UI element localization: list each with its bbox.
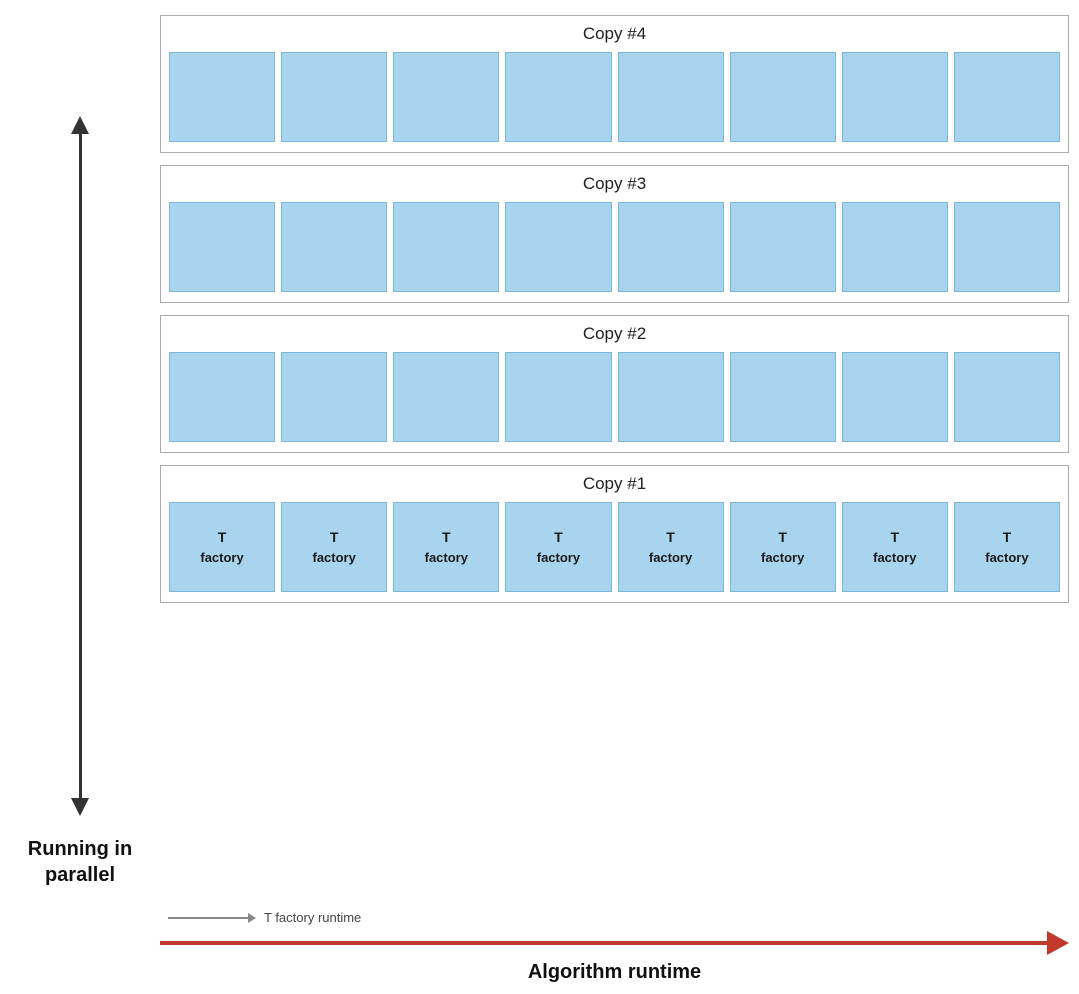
factory-box: Tfactory <box>169 502 275 592</box>
factory-box <box>169 52 275 142</box>
big-arrow-line <box>160 941 1047 945</box>
parallel-label: Running inparallel <box>28 836 132 888</box>
factory-name-label: factory <box>200 548 243 568</box>
factory-t-label: T <box>442 527 451 548</box>
factories-row-copy4 <box>169 52 1060 142</box>
copy-title-copy4: Copy #4 <box>169 22 1060 46</box>
copy-row-copy4: Copy #4 <box>160 15 1069 153</box>
factory-box: Tfactory <box>393 502 499 592</box>
factory-box <box>730 52 836 142</box>
factory-name-label: factory <box>761 548 804 568</box>
t-factory-runtime-row: T factory runtime <box>168 910 1069 925</box>
arrow-top <box>71 116 89 134</box>
factories-row-copy2 <box>169 352 1060 442</box>
arrow-line <box>79 134 82 798</box>
factory-name-label: factory <box>873 548 916 568</box>
factory-box <box>730 352 836 442</box>
factory-box <box>281 52 387 142</box>
factory-box <box>169 352 275 442</box>
factory-box <box>505 352 611 442</box>
factory-box: Tfactory <box>281 502 387 592</box>
factory-box <box>281 202 387 292</box>
small-arrow-head <box>248 913 256 923</box>
factory-box <box>730 202 836 292</box>
factory-t-label: T <box>1003 527 1012 548</box>
factory-box <box>618 202 724 292</box>
factories-row-copy3 <box>169 202 1060 292</box>
factory-box <box>618 52 724 142</box>
small-arrow-line <box>168 917 248 919</box>
factory-box <box>842 202 948 292</box>
copy-row-copy3: Copy #3 <box>160 165 1069 303</box>
factory-box <box>393 202 499 292</box>
algo-runtime-label: Algorithm runtime <box>160 961 1069 984</box>
factory-box <box>842 352 948 442</box>
bottom-axis: T factory runtime Algorithm runtime <box>160 910 1069 994</box>
copy-title-copy2: Copy #2 <box>169 322 1060 346</box>
factory-box: Tfactory <box>954 502 1060 592</box>
factory-box <box>393 352 499 442</box>
factory-t-label: T <box>778 527 787 548</box>
left-axis: Running inparallel <box>0 10 160 994</box>
factory-name-label: factory <box>649 548 692 568</box>
factories-row-copy1: TfactoryTfactoryTfactoryTfactoryTfactory… <box>169 502 1060 592</box>
factory-name-label: factory <box>537 548 580 568</box>
factory-box <box>842 52 948 142</box>
main-container: Running inparallel Copy #4 Copy #3 Copy #2… <box>0 10 1079 994</box>
factory-box <box>954 352 1060 442</box>
factory-name-label: factory <box>313 548 356 568</box>
factory-t-label: T <box>218 527 227 548</box>
factory-box <box>618 352 724 442</box>
factory-box: Tfactory <box>842 502 948 592</box>
t-factory-label: T factory runtime <box>264 910 361 925</box>
factory-box <box>954 52 1060 142</box>
factory-t-label: T <box>554 527 563 548</box>
factory-box <box>169 202 275 292</box>
factory-box <box>505 52 611 142</box>
factory-box: Tfactory <box>618 502 724 592</box>
copy-row-copy1: Copy #1TfactoryTfactoryTfactoryTfactoryT… <box>160 465 1069 603</box>
arrow-bottom <box>71 798 89 816</box>
factory-box <box>954 202 1060 292</box>
algo-runtime-row <box>160 931 1069 955</box>
copy-row-copy2: Copy #2 <box>160 315 1069 453</box>
vertical-arrow <box>71 116 89 816</box>
copies-area: Copy #4Copy #3Copy #2Copy #1TfactoryTfac… <box>160 15 1069 905</box>
big-arrow-head <box>1047 931 1069 955</box>
factory-name-label: factory <box>985 548 1028 568</box>
factory-t-label: T <box>330 527 339 548</box>
copy-title-copy1: Copy #1 <box>169 472 1060 496</box>
small-arrow <box>168 913 256 923</box>
factory-name-label: factory <box>425 548 468 568</box>
factory-box: Tfactory <box>730 502 836 592</box>
factory-t-label: T <box>891 527 900 548</box>
right-content: Copy #4Copy #3Copy #2Copy #1TfactoryTfac… <box>160 10 1079 994</box>
copy-title-copy3: Copy #3 <box>169 172 1060 196</box>
factory-box <box>505 202 611 292</box>
factory-t-label: T <box>666 527 675 548</box>
factory-box: Tfactory <box>505 502 611 592</box>
factory-box <box>393 52 499 142</box>
factory-box <box>281 352 387 442</box>
